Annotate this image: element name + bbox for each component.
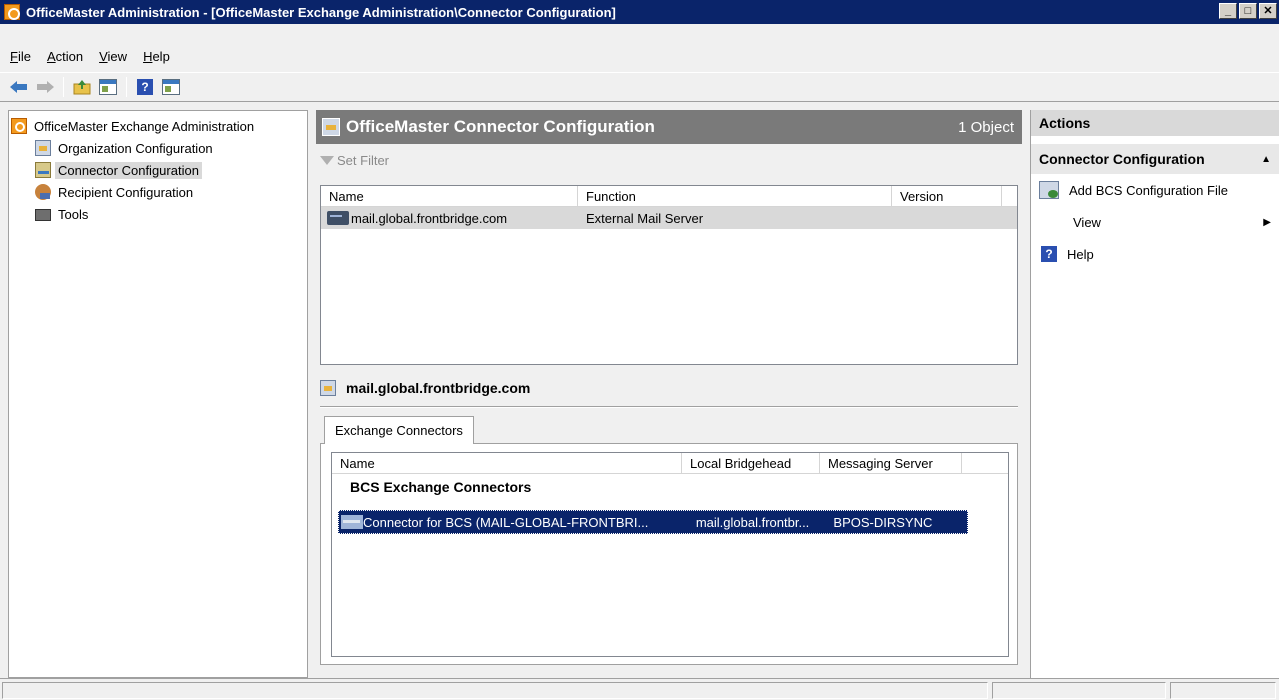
table-row[interactable]: mail.global.frontbridge.com External Mai… xyxy=(321,207,1017,229)
filter-icon xyxy=(320,155,334,165)
officemaster-icon xyxy=(11,118,27,134)
action-view[interactable]: View ▶ xyxy=(1031,206,1279,238)
result-pane-header: OfficeMaster Connector Configuration 1 O… xyxy=(316,110,1022,144)
actions-title: Actions xyxy=(1031,110,1279,136)
menu-action[interactable]: Action xyxy=(47,49,83,64)
back-button[interactable] xyxy=(8,76,30,98)
menu-bar: File Action View Help xyxy=(0,44,1279,68)
group-header: BCS Exchange Connectors xyxy=(350,479,532,495)
submenu-arrow-icon: ▶ xyxy=(1263,216,1271,228)
help-icon: ? xyxy=(1041,246,1057,262)
status-bar xyxy=(0,678,1279,700)
action-label: Help xyxy=(1067,246,1094,262)
console-tree-icon xyxy=(99,79,117,95)
maximize-button[interactable]: □ xyxy=(1239,3,1257,19)
column-header-local-bridgehead[interactable]: Local Bridgehead xyxy=(682,453,820,473)
action-label: View xyxy=(1073,214,1101,230)
recipient-icon xyxy=(35,184,51,200)
action-pane-icon xyxy=(162,79,180,95)
actions-section-header[interactable]: Connector Configuration ▲ xyxy=(1031,144,1279,174)
column-header-function[interactable]: Function xyxy=(578,186,892,206)
server-detail-icon xyxy=(320,380,336,396)
tree-item-label: Organization Configuration xyxy=(58,140,213,156)
window-titlebar: OfficeMaster Administration - [OfficeMas… xyxy=(0,0,1279,24)
forward-button[interactable] xyxy=(34,76,56,98)
minimize-button[interactable]: _ xyxy=(1219,3,1237,19)
action-label: Add BCS Configuration File xyxy=(1069,182,1228,198)
show-hide-tree-button[interactable] xyxy=(97,76,119,98)
close-button[interactable]: ✕ xyxy=(1259,3,1277,19)
tree-item-root[interactable]: OfficeMaster Exchange Administration xyxy=(11,115,305,137)
column-header-name[interactable]: Name xyxy=(332,453,682,473)
action-help[interactable]: ? Help xyxy=(1031,238,1279,270)
status-cell-2 xyxy=(992,682,1166,699)
toolbox-icon xyxy=(35,209,51,221)
detail-pane-title: mail.global.frontbridge.com xyxy=(320,376,530,400)
tab-exchange-connectors[interactable]: Exchange Connectors xyxy=(324,416,474,444)
tree-item-label: OfficeMaster Exchange Administration xyxy=(34,118,255,134)
detail-divider xyxy=(320,406,1018,408)
object-count: 1 Object xyxy=(958,118,1014,136)
connector-icon xyxy=(341,515,363,529)
help-icon: ? xyxy=(137,79,153,95)
connector-icon xyxy=(35,162,51,178)
table-row[interactable]: Connector for BCS (MAIL-GLOBAL-FRONTBRI.… xyxy=(338,510,968,534)
server-list: Name Function Version mail.global.frontb… xyxy=(320,185,1018,365)
action-add-bcs-configuration-file[interactable]: Add BCS Configuration File xyxy=(1031,174,1279,206)
actions-section-label: Connector Configuration xyxy=(1039,151,1205,167)
status-cell-3 xyxy=(1170,682,1276,699)
connector-server: BPOS-DIRSYNC xyxy=(833,514,933,530)
window-title: OfficeMaster Administration - [OfficeMas… xyxy=(26,4,616,20)
connector-name-cell: Connector for BCS (MAIL-GLOBAL-FRONTBRI.… xyxy=(339,515,688,530)
column-header-messaging-server[interactable]: Messaging Server xyxy=(820,453,962,473)
server-name-cell: mail.global.frontbridge.com xyxy=(321,211,578,226)
menu-view[interactable]: View xyxy=(99,49,127,64)
connector-list: Name Local Bridgehead Messaging Server B… xyxy=(331,452,1009,657)
connector-name: Connector for BCS (MAIL-GLOBAL-FRONTBRI.… xyxy=(363,514,649,530)
forward-arrow-icon xyxy=(37,81,54,93)
set-filter-label: Set Filter xyxy=(337,152,390,168)
actions-pane: Actions Connector Configuration ▲ Add BC… xyxy=(1030,110,1279,678)
tree-item-label: Connector Configuration xyxy=(55,161,202,179)
officemaster-app-icon xyxy=(4,4,20,20)
window-controls: _ □ ✕ xyxy=(1219,3,1277,19)
collapse-arrow-icon: ▲ xyxy=(1261,153,1271,165)
server-icon xyxy=(327,211,349,225)
result-pane-title: OfficeMaster Connector Configuration xyxy=(346,117,655,136)
toolbar-separator xyxy=(63,77,64,97)
result-pane: OfficeMaster Connector Configuration 1 O… xyxy=(316,110,1022,678)
connector-list-header: Name Local Bridgehead Messaging Server xyxy=(332,453,1008,474)
toolbar: ? xyxy=(0,72,1279,102)
menu-help[interactable]: Help xyxy=(143,49,170,64)
connector-bridgehead: mail.global.frontbr... xyxy=(695,514,810,530)
detail-title-text: mail.global.frontbridge.com xyxy=(346,380,531,396)
show-hide-action-pane-button[interactable] xyxy=(160,76,182,98)
back-arrow-icon xyxy=(10,81,27,93)
help-button[interactable]: ? xyxy=(134,76,156,98)
tree-item-label: Recipient Configuration xyxy=(58,184,194,200)
console-tree: OfficeMaster Exchange Administration Org… xyxy=(8,110,308,678)
set-filter-button[interactable]: Set Filter xyxy=(320,150,389,170)
menu-file[interactable]: File xyxy=(10,49,31,64)
organization-icon xyxy=(35,140,51,156)
tree-item-connector-configuration[interactable]: Connector Configuration xyxy=(11,159,305,181)
add-config-icon xyxy=(1039,181,1059,199)
tree-item-tools[interactable]: Tools xyxy=(11,203,305,225)
up-level-button[interactable] xyxy=(71,76,93,98)
tab-panel: Name Local Bridgehead Messaging Server B… xyxy=(320,443,1018,665)
toolbar-separator xyxy=(126,77,127,97)
server-name: mail.global.frontbridge.com xyxy=(351,210,508,226)
server-function: External Mail Server xyxy=(586,210,704,226)
connector-configuration-icon xyxy=(322,118,340,136)
folder-up-icon xyxy=(73,80,91,95)
tree-item-recipient-configuration[interactable]: Recipient Configuration xyxy=(11,181,305,203)
status-cell-main xyxy=(2,682,988,699)
column-header-name[interactable]: Name xyxy=(321,186,578,206)
server-list-header: Name Function Version xyxy=(321,186,1017,207)
tree-item-label: Tools xyxy=(58,206,89,222)
column-header-version[interactable]: Version xyxy=(892,186,1002,206)
tree-item-organization-configuration[interactable]: Organization Configuration xyxy=(11,137,305,159)
